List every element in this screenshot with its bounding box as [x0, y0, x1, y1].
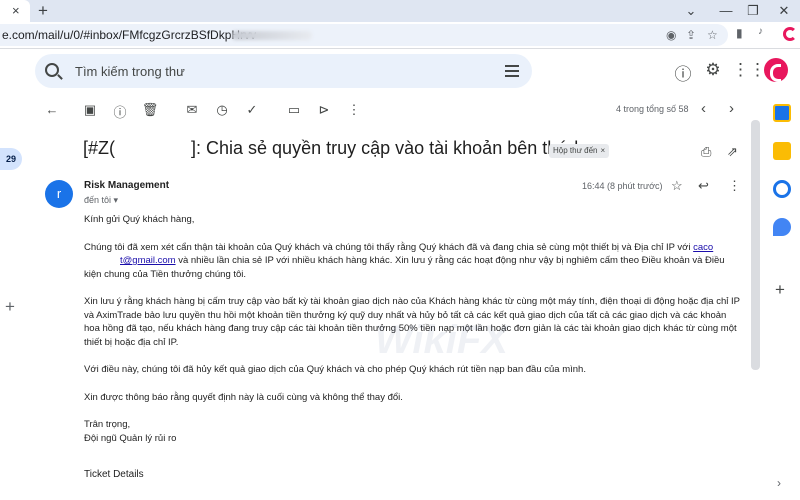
share-icon[interactable]: ⇪ — [686, 28, 696, 42]
message-more-icon[interactable]: ⋮ — [728, 178, 741, 194]
email-link-end[interactable]: t@gmail.com — [120, 255, 176, 266]
email-link-start[interactable]: caco — [693, 242, 713, 253]
browser-profile-icon[interactable] — [783, 27, 797, 41]
paragraph-3: Với điều này, chúng tôi đã hủy kết quả g… — [84, 364, 586, 375]
browser-tab-strip: × + ⌄ — ❐ ✕ — [0, 0, 800, 22]
browser-tab[interactable]: × — [0, 0, 30, 22]
link-redaction — [84, 255, 120, 263]
pagination-text: 4 trong tổng số 58 — [616, 104, 689, 114]
eye-icon[interactable]: ◉ — [666, 28, 676, 42]
url-text[interactable]: e.com/mail/u/0/#inbox/FMfcgzGrcrzBSfDkpH… — [2, 28, 256, 42]
label-icon[interactable]: ⊳ — [315, 102, 333, 118]
recipient-dropdown[interactable]: đến tôi ▾ — [84, 195, 118, 206]
url-redaction — [232, 31, 312, 40]
inbox-label-text: Hộp thư đến — [553, 146, 598, 155]
subject-start: [#Z( — [83, 138, 116, 158]
tab-search-icon[interactable]: ⌄ — [683, 3, 699, 19]
add-label-icon[interactable]: + — [5, 297, 15, 317]
email-timestamp: 16:44 (8 phút trước) — [582, 181, 663, 191]
settings-gear-icon[interactable]: ⚙ — [702, 60, 724, 80]
watermark: WikiFX — [375, 318, 508, 362]
hide-panel-chevron-icon[interactable]: › — [777, 476, 781, 490]
side-panel-icon[interactable]: ▮ — [736, 26, 743, 40]
minimize-button[interactable]: — — [718, 3, 734, 18]
print-icon[interactable]: ⎙ — [701, 144, 711, 160]
keep-icon[interactable] — [773, 142, 791, 160]
add-task-icon[interactable]: ✓ — [243, 102, 261, 118]
archive-icon[interactable]: ▣ — [81, 102, 99, 118]
addons-side-panel: + › — [764, 92, 800, 500]
email-view: ← ▣ ⓘ 🗑 ✉ ◷ ✓ ▭ ⊳ ⋮ 4 trong tổng số 58 ‹… — [35, 92, 761, 500]
unread-count-badge[interactable]: 29 — [0, 148, 22, 170]
bookmark-star-icon[interactable]: ☆ — [707, 28, 718, 42]
tasks-icon[interactable] — [773, 180, 791, 198]
ticket-details-heading: Ticket Details — [84, 469, 144, 480]
paragraph-1: Chúng tôi đã xem xét cẩn thận tài khoản … — [84, 241, 744, 282]
greeting: Kính gửi Quý khách hàng, — [84, 214, 195, 225]
maximize-button[interactable]: ❐ — [745, 3, 761, 19]
scrollbar[interactable] — [751, 120, 760, 370]
subject-end: ]: Chia sẻ quyền truy cập vào tài khoản … — [191, 138, 595, 158]
close-tab-icon[interactable]: × — [12, 3, 20, 18]
snooze-icon[interactable]: ◷ — [213, 102, 231, 118]
account-avatar[interactable] — [764, 58, 788, 82]
calendar-icon[interactable] — [773, 104, 791, 122]
search-bar[interactable]: Tìm kiếm trong thư — [35, 54, 532, 88]
paragraph-4: Xin được thông báo rằng quyết định này l… — [84, 391, 403, 403]
sender-name[interactable]: Risk Management — [84, 180, 169, 191]
remove-label-icon[interactable]: × — [601, 146, 606, 155]
sender-avatar[interactable]: r — [45, 180, 73, 208]
apps-grid-icon[interactable]: ⋮⋮ — [732, 60, 766, 80]
help-icon[interactable]: ⓘ — [672, 60, 694, 85]
reply-icon[interactable]: ↩ — [698, 178, 709, 194]
star-icon[interactable]: ☆ — [671, 178, 683, 194]
contacts-icon[interactable] — [773, 218, 791, 236]
report-spam-icon[interactable]: ⓘ — [111, 102, 129, 121]
get-addons-icon[interactable]: + — [775, 280, 785, 300]
closing: Trân trọng, — [84, 419, 131, 430]
extension-icon[interactable]: ♪ — [758, 26, 763, 37]
search-icon[interactable] — [45, 63, 59, 77]
delete-icon[interactable]: 🗑 — [141, 102, 159, 118]
omnibox[interactable]: e.com/mail/u/0/#inbox/FMfcgzGrcrzBSfDkpH… — [0, 24, 728, 46]
address-bar-row: e.com/mail/u/0/#inbox/FMfcgzGrcrzBSfDkpH… — [0, 22, 800, 49]
subject-redaction — [115, 140, 191, 154]
more-options-icon[interactable]: ⋮ — [345, 102, 363, 118]
search-options-icon[interactable] — [505, 65, 519, 77]
signature: Đội ngũ Quản lý rủi ro — [84, 432, 177, 444]
back-arrow-icon[interactable]: ← — [43, 102, 61, 117]
paragraph-1-end: và nhiều lần chia sẻ IP với nhiều khách … — [84, 255, 725, 280]
open-new-window-icon[interactable]: ⇗ — [727, 144, 738, 160]
mark-unread-icon[interactable]: ✉ — [183, 102, 201, 118]
inbox-label-chip[interactable]: Hộp thư đến × — [549, 144, 610, 158]
move-to-icon[interactable]: ▭ — [285, 102, 303, 118]
new-tab-button[interactable]: + — [38, 1, 48, 21]
older-chevron-icon[interactable]: › — [729, 100, 734, 117]
search-input[interactable]: Tìm kiếm trong thư — [75, 64, 185, 79]
email-subject: [#Z( ]: Chia sẻ quyền truy cập vào tài kh… — [83, 138, 594, 159]
newer-chevron-icon[interactable]: ‹ — [701, 100, 706, 117]
paragraph-1-start: Chúng tôi đã xem xét cẩn thận tài khoản … — [84, 241, 694, 253]
close-window-button[interactable]: ✕ — [776, 3, 792, 19]
